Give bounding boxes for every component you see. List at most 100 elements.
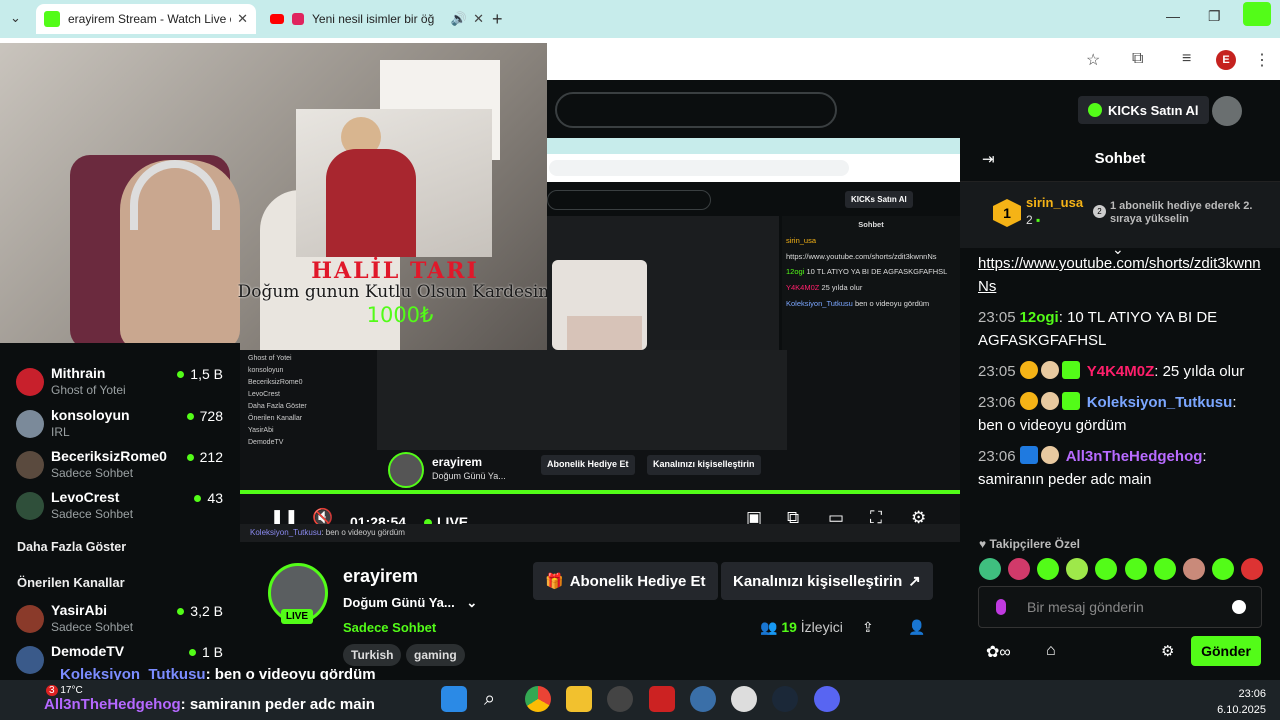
sidebar-channel-beceriksizrome0[interactable]: BeceriksizRome0 Sadece Sohbet 212 [16, 447, 231, 483]
kick-points-icon[interactable]: ✿∞ [986, 642, 1011, 662]
chevron-down-icon[interactable]: ⌄ [466, 595, 477, 610]
message-user[interactable]: Y4K4M0Z [1087, 363, 1155, 380]
chat-message: 23:05 Y4K4M0Z: 25 yılda olur [978, 361, 1245, 380]
microphone-icon[interactable] [996, 599, 1006, 615]
emote-icon[interactable] [1240, 558, 1263, 580]
live-badge: LIVE [281, 609, 313, 624]
captured-address-bar [547, 154, 960, 182]
chat-link[interactable]: https://www.youtube.com/shorts/zdit3kwnn… [978, 255, 1261, 295]
gift-badge-icon [1061, 361, 1080, 379]
channel-name: YasirAbi [51, 602, 108, 618]
gifter-badge-icon [1019, 392, 1038, 410]
streamer-name[interactable]: erayirem [343, 566, 418, 587]
new-tab-button[interactable]: + [492, 9, 503, 30]
message-user[interactable]: 12ogi [1020, 309, 1059, 326]
follow-user-icon[interactable]: 👤 [908, 619, 925, 636]
send-button[interactable]: Gönder [1191, 636, 1261, 666]
search-input[interactable] [555, 92, 837, 128]
close-tab-icon[interactable]: ✕ [473, 11, 484, 27]
weather-widget[interactable]: 3 17°C [46, 685, 83, 696]
chat-settings-icon[interactable]: ⚙ [1161, 642, 1174, 660]
search-icon[interactable]: ⌕ [484, 688, 495, 711]
sidebar-channel-levocrest[interactable]: LevoCrest Sadece Sohbet 43 [16, 488, 231, 524]
message-time: 23:06 [978, 394, 1016, 411]
menu-kebab-icon[interactable]: ⋮ [1254, 50, 1270, 70]
channel-category: IRL [51, 425, 70, 439]
sidebar-channel-mithrain[interactable]: Mithrain Ghost of Yotei 1,5 B [16, 364, 231, 400]
chatgpt-icon[interactable] [731, 686, 757, 712]
obs-icon[interactable] [607, 686, 633, 712]
gifter-badge-icon [1019, 361, 1038, 379]
chat-messages: https://www.youtube.com/shorts/zdit3kwnn… [978, 252, 1263, 499]
viewers-icon: 👥 [760, 619, 778, 635]
youtube-favicon-icon [270, 14, 284, 24]
share-icon[interactable]: ⇪ [862, 619, 874, 636]
buy-kicks-label: KICKs Satın Al [1108, 102, 1199, 118]
store-icon[interactable]: ⌂ [1046, 642, 1056, 660]
kicks-coin-icon [1088, 103, 1102, 117]
captured-chat-ticker: Koleksiyon_Tutkusu: ben o videoyu gördüm [250, 528, 405, 537]
channel-name: konsoloyun [51, 407, 130, 423]
message-user[interactable]: Koleksiyon_Tutkusu [1087, 394, 1233, 411]
maximize-button[interactable]: ❐ [1208, 8, 1221, 25]
recommended-header: Önerilen Kanallar [17, 575, 125, 590]
message-text: samiranın peder adc main [978, 471, 1152, 488]
message-user[interactable]: All3nTheHedgehog [1066, 448, 1203, 465]
profile-avatar[interactable]: E [1216, 50, 1236, 70]
tab-list-icon[interactable]: ⌄ [10, 10, 21, 26]
chat-message: https://www.youtube.com/shorts/zdit3kwnn… [978, 252, 1263, 298]
tab-kick-stream[interactable]: erayirem Stream - Watch Live o ✕ [36, 4, 256, 34]
extensions-icon[interactable]: ⧉ [1132, 50, 1143, 68]
leaderboard-count: 2 ▪ [1026, 213, 1041, 227]
channel-category: Sadece Sohbet [51, 620, 134, 634]
emote-icon[interactable] [1211, 558, 1234, 580]
media-control-icon[interactable]: ≡ [1182, 50, 1191, 68]
followers-only-label: ♥ Takipçilere Özel [979, 537, 1080, 551]
leaderboard-user[interactable]: sirin_usa [1026, 195, 1083, 210]
user-avatar[interactable] [1212, 96, 1242, 126]
chat-message: 23:06 Koleksiyon_Tutkusu: ben o videoyu … [978, 392, 1237, 434]
emoji-picker-icon[interactable] [1232, 600, 1246, 614]
stream-category[interactable]: Sadece Sohbet [343, 620, 436, 635]
emote-icon[interactable] [979, 558, 1001, 580]
start-menu-icon[interactable] [441, 686, 467, 712]
speaker-icon[interactable]: 🔊 [451, 11, 467, 27]
emote-icon[interactable] [1182, 558, 1205, 580]
close-tab-icon[interactable]: ✕ [237, 11, 248, 27]
buy-kicks-button[interactable]: KICKs Satın Al [1078, 96, 1209, 124]
file-explorer-icon[interactable] [566, 686, 592, 712]
emote-icon[interactable] [1124, 558, 1147, 580]
sidebar-channel-konsoloyun[interactable]: konsoloyun IRL 728 [16, 406, 231, 442]
app-icon[interactable] [690, 686, 716, 712]
emote-icon[interactable] [1153, 558, 1176, 580]
gift-subscription-button[interactable]: 🎁 Abonelik Hediye Et [533, 562, 718, 600]
channel-avatar [16, 410, 44, 438]
channel-avatar [16, 451, 44, 479]
emote-icon[interactable] [1066, 558, 1089, 580]
captured-customize-button: Kanalınızı kişiselleştirin [647, 455, 761, 475]
channel-category: Sadece Sohbet [51, 507, 134, 521]
show-more-link[interactable]: Daha Fazla Göster [17, 540, 126, 554]
chrome-icon[interactable] [525, 686, 551, 712]
system-clock[interactable]: 23:06 6.10.2025 [1210, 686, 1266, 718]
emote-icon[interactable] [1095, 558, 1118, 580]
discord-icon[interactable] [814, 686, 840, 712]
minimize-button[interactable]: — [1166, 8, 1180, 24]
tab-title: Yeni nesil isimler bir öğ [312, 12, 435, 26]
tab-youtube[interactable]: Yeni nesil isimler bir öğ 🔊 ✕ [262, 4, 492, 34]
customize-channel-button[interactable]: Kanalınızı kişiselleştirin ↗ [721, 562, 933, 600]
bookmark-star-icon[interactable]: ☆ [1086, 50, 1100, 70]
subscriber-badge-icon [1040, 392, 1059, 410]
sidebar-channel-yasirabi[interactable]: YasirAbi Sadece Sohbet 3,2 B [16, 601, 231, 637]
emote-icon[interactable] [1037, 558, 1060, 580]
voicemeeter-icon[interactable] [649, 686, 675, 712]
tag-turkish[interactable]: Turkish [343, 644, 402, 666]
channel-viewers: 43 [194, 490, 223, 506]
channel-viewers: 728 [186, 408, 223, 424]
captured-chat: Sohbet sirin_usa https://www.youtube.com… [782, 216, 960, 350]
steam-icon[interactable] [772, 686, 798, 712]
captured-video [547, 216, 779, 350]
tag-gaming[interactable]: gaming [406, 644, 465, 666]
channel-category: Sadece Sohbet [51, 466, 134, 480]
emote-icon[interactable] [1008, 558, 1031, 580]
